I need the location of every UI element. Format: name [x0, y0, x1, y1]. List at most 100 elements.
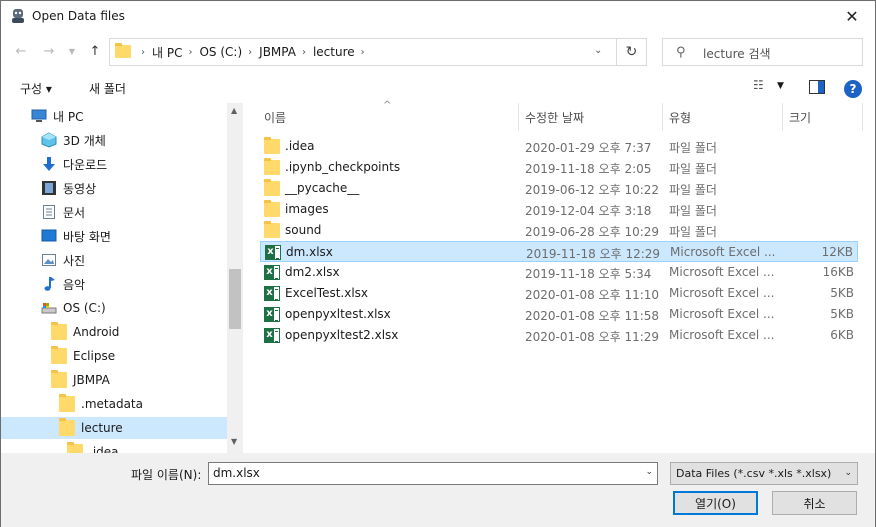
drive-icon: [41, 303, 57, 314]
breadcrumb-item[interactable]: JBMPA: [259, 45, 296, 59]
file-row[interactable]: .idea 2020-01-29 오후 7:37 파일 폴더: [260, 136, 858, 157]
file-row[interactable]: __pycache__ 2019-06-12 오후 10:22 파일 폴더: [260, 178, 858, 199]
desktop-icon: [41, 229, 57, 242]
excel-file-icon: [264, 286, 280, 301]
nav-item-label: 바탕 화면: [63, 229, 111, 244]
search-box[interactable]: ⚲ lecture 검색: [662, 38, 863, 66]
arrow-up-icon: ↑: [89, 43, 101, 59]
nav-item-label: Eclipse: [73, 349, 116, 363]
file-row[interactable]: images 2019-12-04 오후 3:18 파일 폴더: [260, 199, 858, 220]
filename-combobox[interactable]: ⌄: [208, 462, 658, 485]
folder-icon: [264, 200, 280, 217]
refresh-button[interactable]: ↻: [617, 38, 647, 66]
column-header-name[interactable]: ^ 이름: [245, 100, 519, 131]
nav-item-idea[interactable]: .idea: [67, 441, 227, 453]
folder-icon: [67, 442, 83, 453]
folder-icon: [51, 370, 67, 388]
nav-scrollbar[interactable]: ▲ ▼: [227, 103, 243, 453]
folder-icon: [264, 137, 280, 154]
column-header-size[interactable]: 크기: [783, 103, 863, 131]
recent-locations-button[interactable]: ▼: [61, 40, 83, 62]
file-row[interactable]: sound 2019-06-28 오후 10:29 파일 폴더: [260, 220, 858, 241]
chevron-right-icon[interactable]: ›: [302, 47, 306, 58]
up-button[interactable]: ↑: [84, 40, 106, 62]
file-list: ^ 이름 수정한 날짜 유형 크기 .idea 2020-01-29 오후 7:…: [245, 100, 875, 453]
picture-icon: [42, 254, 56, 266]
search-icon: ⚲: [676, 45, 686, 60]
file-row[interactable]: .ipynb_checkpoints 2019-11-18 오후 2:05 파일…: [260, 157, 858, 178]
breadcrumb-item[interactable]: OS (C:): [199, 45, 242, 59]
preview-pane-icon[interactable]: [809, 80, 825, 98]
cancel-button[interactable]: 취소: [772, 491, 857, 515]
breadcrumb: › 내 PC › OS (C:) › JBMPA › lecture ›: [135, 39, 372, 65]
scrollbar-thumb[interactable]: [229, 269, 241, 329]
column-header-date[interactable]: 수정한 날짜: [519, 103, 663, 131]
organize-button[interactable]: 구성 ▾: [20, 80, 52, 97]
help-icon[interactable]: ?: [844, 80, 862, 98]
folder-icon: [51, 322, 67, 340]
folder-icon: [51, 346, 67, 364]
video-icon: [42, 181, 56, 195]
chevron-right-icon[interactable]: ›: [188, 47, 192, 58]
nav-item-lecture[interactable]: lecture: [1, 417, 227, 439]
nav-item-pictures[interactable]: 사진: [41, 249, 227, 271]
nav-item-os-drive[interactable]: OS (C:): [41, 297, 227, 319]
view-dropdown-icon[interactable]: ▼: [777, 81, 784, 91]
nav-item-label: 다운로드: [63, 157, 108, 172]
back-button[interactable]: ←: [10, 40, 32, 62]
title-bar: Open Data files ✕: [1, 1, 875, 32]
excel-file-icon: [264, 328, 280, 343]
file-row[interactable]: ExcelTest.xlsx 2020-01-08 오후 11:10 Micro…: [260, 283, 858, 304]
file-row[interactable]: openpyxltest2.xlsx 2020-01-08 오후 11:29 M…: [260, 325, 858, 346]
nav-item-label: 동영상: [63, 181, 97, 196]
arrow-right-icon: →: [43, 43, 55, 59]
python-app-icon: [12, 9, 24, 23]
document-icon: [43, 205, 55, 219]
excel-file-icon: [264, 307, 280, 322]
chevron-down-icon: ⌄: [844, 468, 852, 478]
filename-input[interactable]: [209, 463, 629, 483]
arrow-left-icon: ←: [15, 43, 27, 59]
chevron-right-icon[interactable]: ›: [361, 47, 365, 58]
nav-item-documents[interactable]: 문서: [41, 201, 227, 223]
breadcrumb-item[interactable]: lecture: [313, 45, 355, 59]
search-input[interactable]: lecture 검색: [703, 45, 771, 62]
address-bar[interactable]: › 내 PC › OS (C:) › JBMPA › lecture › ⌄: [109, 38, 617, 66]
view-options-icon[interactable]: ☷: [753, 78, 764, 92]
nav-item-videos[interactable]: 동영상: [41, 177, 227, 199]
close-button[interactable]: ✕: [829, 1, 875, 32]
open-button[interactable]: 열기(O): [673, 491, 758, 515]
file-type-filter[interactable]: Data Files (*.csv *.xls *.xlsx) ⌄: [670, 462, 858, 485]
folder-icon: [59, 418, 75, 436]
nav-item-label: lecture: [81, 421, 123, 435]
nav-item-label: 문서: [63, 205, 86, 220]
nav-item-label: .idea: [89, 445, 119, 453]
nav-item-this-pc[interactable]: 내 PC: [31, 105, 227, 127]
file-row[interactable]: openpyxltest.xlsx 2020-01-08 오후 11:58 Mi…: [260, 304, 858, 325]
nav-item-android[interactable]: Android: [51, 321, 227, 343]
nav-item-desktop[interactable]: 바탕 화면: [41, 225, 227, 247]
new-folder-button[interactable]: 새 폴더: [89, 80, 126, 97]
column-header-type[interactable]: 유형: [663, 103, 783, 131]
refresh-icon: ↻: [625, 44, 638, 60]
nav-item-jbmpa[interactable]: JBMPA: [51, 369, 227, 391]
scroll-down-icon[interactable]: ▼: [231, 437, 237, 446]
navigation-pane: 내 PC 3D 개체 다운로드 동영상 문서 바탕 화면 사진 음악 OS (C…: [1, 103, 243, 453]
chevron-down-icon[interactable]: ⌄: [645, 467, 653, 477]
chevron-down-icon: ▼: [68, 46, 76, 56]
breadcrumb-item[interactable]: 내 PC: [152, 44, 182, 61]
nav-item-metadata[interactable]: .metadata: [59, 393, 227, 415]
chevron-right-icon[interactable]: ›: [248, 47, 252, 58]
nav-item-downloads[interactable]: 다운로드: [41, 153, 227, 175]
file-row[interactable]: dm2.xlsx 2019-11-18 오후 5:34 Microsoft Ex…: [260, 262, 858, 283]
window-title: Open Data files: [32, 9, 125, 23]
address-history-dropdown[interactable]: ⌄: [594, 45, 602, 56]
file-row-selected[interactable]: dm.xlsx 2019-11-18 오후 12:29 Microsoft Ex…: [260, 241, 858, 262]
3d-objects-icon: [41, 132, 57, 148]
dialog-footer: 파일 이름(N): ⌄ Data Files (*.csv *.xls *.xl…: [1, 453, 875, 527]
nav-item-music[interactable]: 음악: [41, 273, 227, 295]
nav-item-eclipse[interactable]: Eclipse: [51, 345, 227, 367]
forward-button[interactable]: →: [38, 40, 60, 62]
nav-item-3d-objects[interactable]: 3D 개체: [41, 129, 227, 151]
scroll-up-icon[interactable]: ▲: [231, 106, 237, 115]
